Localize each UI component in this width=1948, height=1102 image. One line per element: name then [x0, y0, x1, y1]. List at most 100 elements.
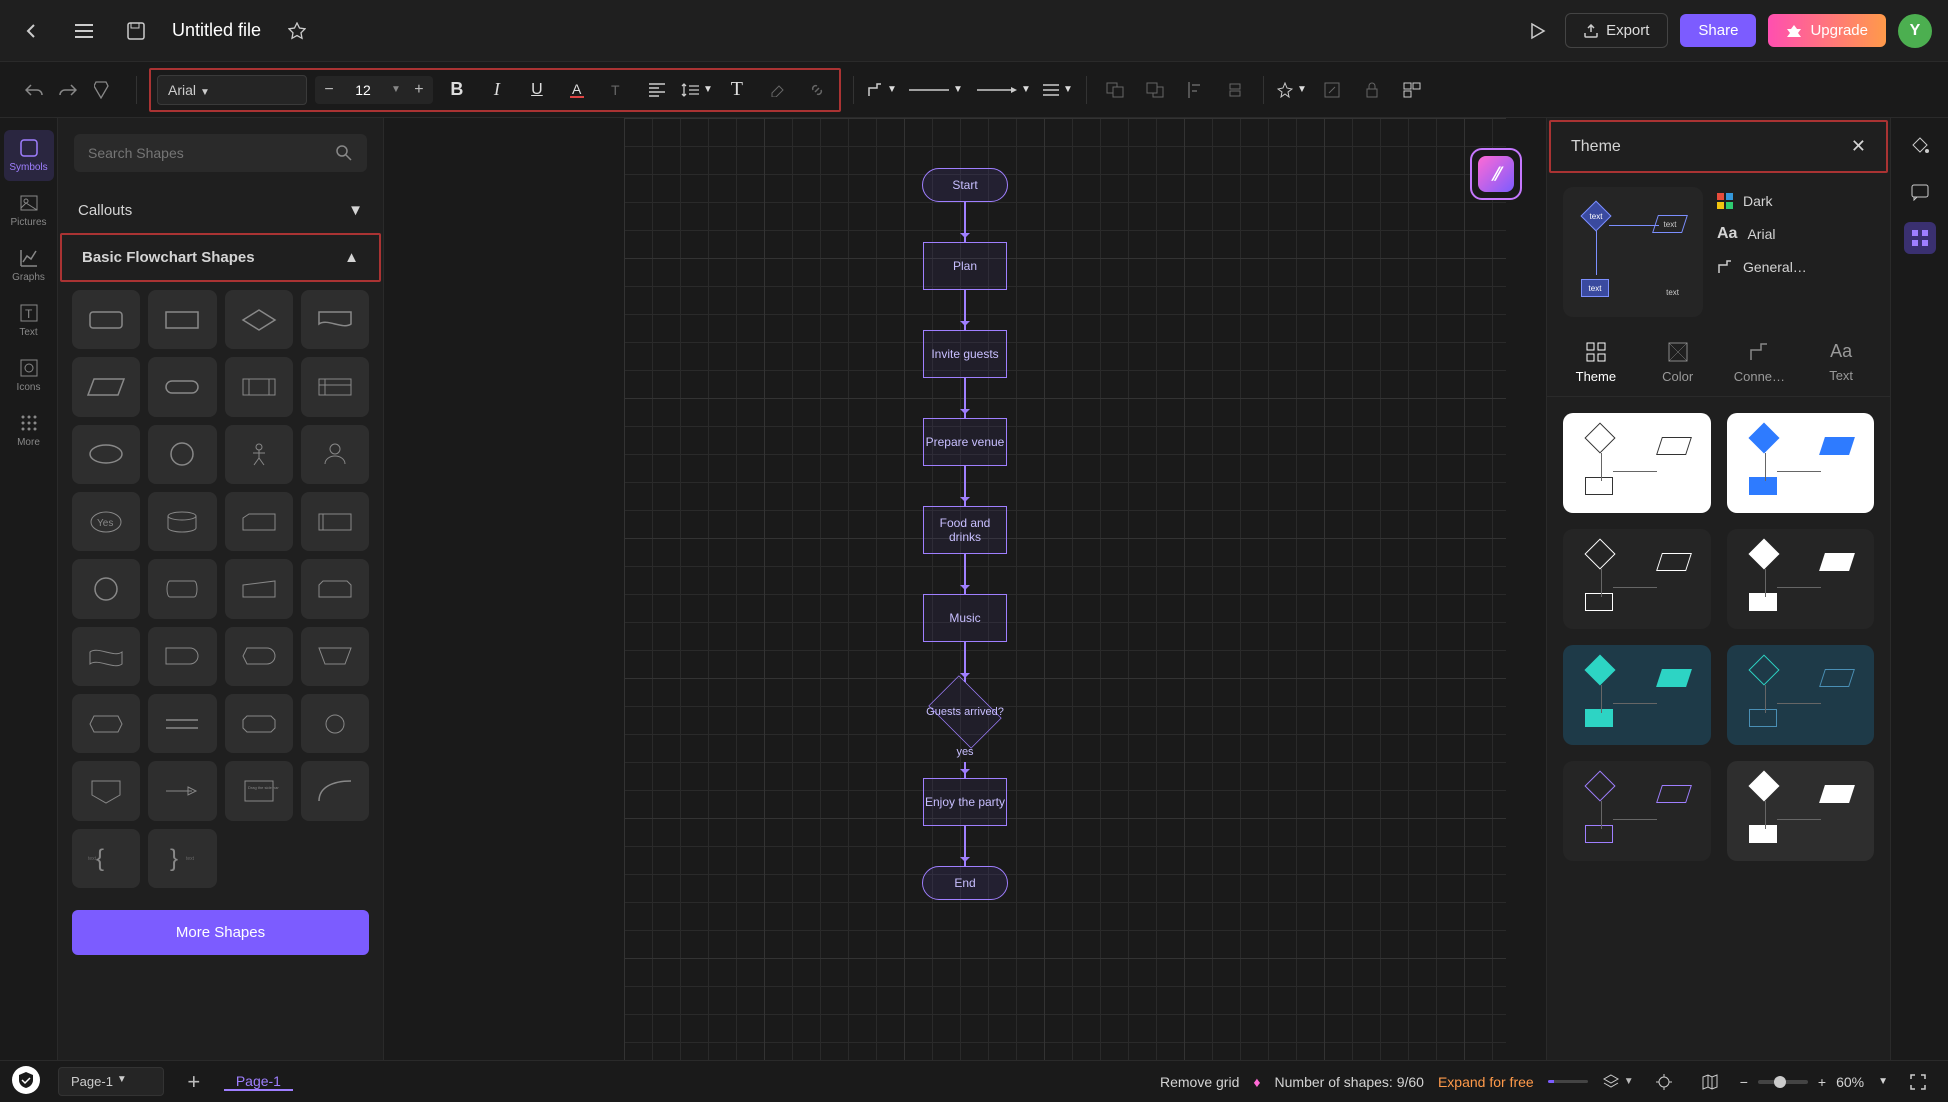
shape-connector[interactable] [301, 694, 369, 753]
distribute-icon[interactable] [1219, 74, 1251, 106]
page-select[interactable]: Page-1▼ [58, 1067, 164, 1096]
line-spacing-button[interactable]: ▼ [681, 74, 713, 106]
shape-yes-decision[interactable]: Yes [72, 492, 140, 551]
rail-graphs[interactable]: Graphs [4, 240, 54, 291]
star-icon[interactable] [281, 15, 313, 47]
shape-offpage[interactable] [72, 761, 140, 820]
effects-button[interactable]: ▼ [1276, 74, 1308, 106]
section-callouts[interactable]: Callouts ▼ [58, 188, 383, 233]
shape-arrow-right[interactable] [148, 761, 216, 820]
fullscreen-icon[interactable] [1902, 1066, 1934, 1098]
rail-icons[interactable]: Icons [4, 350, 54, 401]
font-color-button[interactable]: A [561, 74, 593, 106]
theme-option-3[interactable] [1727, 529, 1875, 629]
eraser-icon[interactable] [761, 74, 793, 106]
shape-brace-left[interactable]: {text [72, 829, 140, 888]
bold-button[interactable]: B [441, 74, 473, 106]
text-tool-icon[interactable]: T [721, 74, 753, 106]
theme-option-7[interactable] [1727, 761, 1875, 861]
italic-button[interactable]: I [481, 74, 513, 106]
font-size-increase[interactable]: + [405, 76, 433, 104]
theme-option-4[interactable] [1563, 645, 1711, 745]
ai-assistant-button[interactable]: ⫽ [1470, 148, 1522, 200]
shape-display[interactable] [225, 627, 293, 686]
zoom-out-button[interactable]: − [1740, 1074, 1748, 1090]
comment-icon[interactable] [1904, 176, 1936, 208]
font-size-input[interactable] [343, 78, 383, 102]
expand-link[interactable]: Expand for free [1438, 1074, 1534, 1090]
save-icon[interactable] [120, 15, 152, 47]
shape-brace-right[interactable]: }text [148, 829, 216, 888]
format-painter-icon[interactable] [86, 74, 118, 106]
bring-front-icon[interactable] [1139, 74, 1171, 106]
lock-icon[interactable] [1356, 74, 1388, 106]
menu-button[interactable] [68, 15, 100, 47]
rail-pictures[interactable]: Pictures [4, 185, 54, 236]
search-input[interactable] [88, 145, 335, 161]
node-invite[interactable]: Invite guests [923, 330, 1007, 378]
connector-type-button[interactable]: ▼ [866, 74, 898, 106]
theme-option-2[interactable] [1563, 529, 1711, 629]
shape-delay[interactable] [148, 627, 216, 686]
text-effect-icon[interactable]: T [601, 74, 633, 106]
search-icon[interactable] [335, 144, 353, 162]
shape-annotation[interactable]: Drag the side handles to change the widt… [225, 761, 293, 820]
shape-parallelogram[interactable] [72, 357, 140, 416]
fill-icon[interactable] [1904, 130, 1936, 162]
shield-check-icon[interactable] [12, 1066, 40, 1094]
node-end[interactable]: End [922, 866, 1008, 900]
theme-option-5[interactable] [1727, 645, 1875, 745]
more-shapes-button[interactable]: More Shapes [72, 910, 369, 955]
upgrade-button[interactable]: Upgrade [1768, 14, 1886, 47]
tab-text[interactable]: Aa Text [1806, 341, 1876, 384]
focus-icon[interactable] [1648, 1066, 1680, 1098]
node-venue[interactable]: Prepare venue [923, 418, 1007, 466]
share-button[interactable]: Share [1680, 14, 1756, 47]
shape-loop[interactable] [225, 694, 293, 753]
shape-tape[interactable] [72, 627, 140, 686]
rail-text[interactable]: T Text [4, 295, 54, 346]
shape-parallel[interactable] [148, 694, 216, 753]
tab-connector[interactable]: Conne… [1724, 341, 1794, 384]
remove-grid-label[interactable]: Remove grid [1160, 1074, 1239, 1090]
shape-diamond[interactable] [225, 290, 293, 349]
zoom-value[interactable]: 60% [1836, 1074, 1864, 1090]
shape-preparation[interactable] [72, 694, 140, 753]
page-tab[interactable]: Page-1 [224, 1073, 293, 1091]
shape-direct-data[interactable] [148, 559, 216, 618]
play-button[interactable] [1521, 15, 1553, 47]
shape-manual-op[interactable] [301, 627, 369, 686]
theme-option-1[interactable] [1727, 413, 1875, 513]
close-icon[interactable]: ✕ [1851, 136, 1866, 157]
tab-color[interactable]: Color [1643, 341, 1713, 384]
shape-manual-input[interactable] [225, 559, 293, 618]
list-style-button[interactable]: ▼ [1042, 74, 1074, 106]
rail-more[interactable]: More [4, 405, 54, 456]
tab-theme[interactable]: Theme [1561, 341, 1631, 384]
add-page-button[interactable]: + [178, 1066, 210, 1098]
shape-ellipse[interactable] [72, 425, 140, 484]
shape-card[interactable] [225, 492, 293, 551]
file-title[interactable]: Untitled file [172, 20, 261, 41]
shape-circle[interactable] [148, 425, 216, 484]
node-plan[interactable]: Plan [923, 242, 1007, 290]
align-objects-icon[interactable] [1179, 74, 1211, 106]
chevron-down-icon[interactable]: ▼ [387, 84, 405, 95]
font-size-decrease[interactable]: − [315, 76, 343, 104]
align-button[interactable] [641, 74, 673, 106]
export-button[interactable]: Export [1565, 13, 1668, 48]
canvas[interactable]: Start Plan Invite guests Prepare venue F… [384, 118, 1546, 1060]
node-guests-arrived[interactable]: Guests arrived? [923, 682, 1007, 742]
themes-grid-icon[interactable] [1904, 222, 1936, 254]
font-family-select[interactable]: Arial▼ [157, 75, 307, 105]
shape-predefined[interactable] [225, 357, 293, 416]
map-icon[interactable] [1694, 1066, 1726, 1098]
shape-user[interactable] [301, 425, 369, 484]
shape-document[interactable] [301, 290, 369, 349]
node-food[interactable]: Food and drinks [923, 506, 1007, 554]
theme-option-0[interactable] [1563, 413, 1711, 513]
shape-arc[interactable] [301, 761, 369, 820]
shape-rounded-rect[interactable] [72, 290, 140, 349]
more-tools-icon[interactable] [1396, 74, 1428, 106]
shape-pill[interactable] [148, 357, 216, 416]
